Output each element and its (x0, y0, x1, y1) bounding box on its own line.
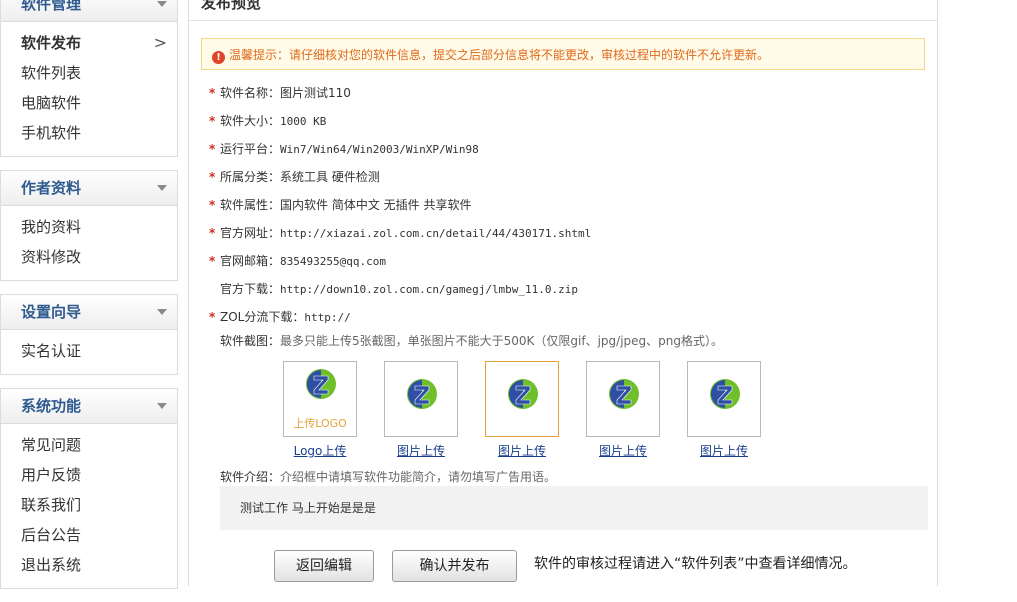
sidebar-item-announcements[interactable]: 后台公告 (1, 520, 177, 550)
image-upload-link[interactable]: 图片上传 (482, 442, 562, 459)
field-value: 国内软件 简体中文 无插件 共享软件 (280, 198, 472, 212)
required-mark: * (209, 114, 216, 128)
field-label: 官方下载： (220, 282, 281, 296)
field-label: 软件介绍： (220, 470, 281, 484)
field-value: Win7/Win64/Win2003/WinXP/Win98 (280, 143, 479, 156)
sidebar-item-real-name-auth[interactable]: 实名认证 (1, 336, 177, 366)
field-label: ZOL分流下载： (220, 310, 305, 324)
field-row-size: * 软件大小：1000 KB (209, 112, 326, 129)
required-mark: * (209, 310, 216, 324)
collapse-arrow-icon[interactable] (157, 1, 167, 7)
panel-header-system-functions[interactable]: 系统功能 (1, 389, 177, 424)
panel-header-software-management[interactable]: 软件管理 (1, 0, 177, 22)
panel-title: 软件管理 (21, 0, 82, 13)
upload-logo-text: 上传LOGO (293, 417, 347, 430)
zol-logo-icon (306, 369, 336, 399)
zol-logo-icon (609, 379, 639, 409)
field-value: http://xiazai.zol.com.cn/detail/44/43017… (280, 227, 592, 240)
required-mark: * (209, 170, 216, 184)
panel-system-functions: 系统功能 常见问题 用户反馈 联系我们 后台公告 退出系统 (0, 388, 178, 589)
panel-software-management: 软件管理 软件发布 > 软件列表 电脑软件 手机软件 (0, 0, 178, 157)
field-label: 软件属性： (220, 198, 281, 212)
image-upload-link[interactable]: 图片上传 (583, 442, 663, 459)
screenshot-thumb[interactable] (384, 361, 458, 437)
panel-setup-wizard: 设置向导 实名认证 (0, 294, 178, 375)
field-label: 软件名称： (220, 86, 281, 100)
panel-title: 设置向导 (21, 303, 82, 321)
field-row-zol-mirror: * ZOL分流下载：http:// (209, 308, 351, 325)
field-value: http:// (304, 311, 351, 324)
required-mark: * (209, 142, 216, 156)
sidebar-item-feedback[interactable]: 用户反馈 (1, 460, 177, 490)
sidebar-item-mobile-software[interactable]: 手机软件 (1, 118, 177, 148)
field-label: 官方网址： (220, 226, 281, 240)
panel-title: 系统功能 (21, 397, 82, 415)
field-row-name: * 软件名称：图片测试110 (209, 84, 351, 101)
required-mark: * (209, 226, 216, 240)
sidebar: 软件管理 软件发布 > 软件列表 电脑软件 手机软件 作者资料 我的资料 资料修… (0, 0, 178, 602)
field-hint: 介绍框中请填写软件功能简介，请勿填写广告用语。 (280, 470, 557, 484)
field-label: 官网邮箱： (220, 254, 281, 268)
collapse-arrow-icon[interactable] (157, 309, 167, 315)
field-value: 1000 KB (280, 115, 327, 128)
back-to-edit-button[interactable]: 返回编辑 (274, 550, 374, 582)
field-label: 软件大小： (220, 114, 281, 128)
chevron-right-icon: > (153, 33, 167, 52)
required-mark: * (209, 86, 216, 100)
field-row-download: 官方下载：http://down10.zol.com.cn/gamegj/lmb… (209, 280, 578, 297)
zol-logo-icon (710, 379, 740, 409)
panel-header-author-info[interactable]: 作者资料 (1, 171, 177, 206)
collapse-arrow-icon[interactable] (157, 403, 167, 409)
page-title: 发布预览 (189, 0, 937, 21)
sidebar-item-software-list[interactable]: 软件列表 (1, 58, 177, 88)
sidebar-item-software-publish[interactable]: 软件发布 > (1, 28, 177, 58)
review-note: 软件的审核过程请进入“软件列表”中查看详细情况。 (534, 556, 857, 572)
panel-title: 作者资料 (21, 179, 82, 197)
field-value: 系统工具 硬件检测 (280, 170, 380, 184)
field-row-screenshots: 软件截图：最多只能上传5张截图，单张图片不能大于500K（仅限gif、jpg/j… (209, 332, 723, 349)
main-panel: 发布预览 ! 温馨提示：请仔细核对您的软件信息，提交之后部分信息将不能更改，审核过… (188, 0, 938, 586)
screenshot-thumb-selected[interactable] (485, 361, 559, 437)
image-upload-link[interactable]: 图片上传 (381, 442, 461, 459)
required-mark: * (209, 198, 216, 212)
field-value: 图片测试110 (280, 86, 351, 100)
sidebar-item-contact-us[interactable]: 联系我们 (1, 490, 177, 520)
image-upload-link[interactable]: 图片上传 (684, 442, 764, 459)
field-label: 软件截图： (220, 334, 281, 348)
field-hint: 最多只能上传5张截图，单张图片不能大于500K（仅限gif、jpg/jpeg、p… (280, 334, 724, 348)
field-row-platform: * 运行平台：Win7/Win64/Win2003/WinXP/Win98 (209, 140, 479, 157)
sidebar-item-pc-software[interactable]: 电脑软件 (1, 88, 177, 118)
field-label: 运行平台： (220, 142, 281, 156)
sidebar-item-edit-profile[interactable]: 资料修改 (1, 242, 177, 272)
tip-text: 温馨提示：请仔细核对您的软件信息，提交之后部分信息将不能更改，审核过程中的软件不… (229, 48, 770, 62)
sidebar-item-logout[interactable]: 退出系统 (1, 550, 177, 580)
sidebar-item-faq[interactable]: 常见问题 (1, 430, 177, 460)
field-value: http://down10.zol.com.cn/gamegj/lmbw_11.… (280, 283, 579, 296)
sidebar-item-my-profile[interactable]: 我的资料 (1, 212, 177, 242)
field-row-intro: 软件介绍：介绍框中请填写软件功能简介，请勿填写广告用语。 (209, 468, 556, 485)
screenshot-thumb[interactable] (586, 361, 660, 437)
zol-logo-icon (508, 379, 538, 409)
zol-logo-icon (407, 379, 437, 409)
screenshot-thumb-logo[interactable]: 上传LOGO (283, 361, 357, 437)
collapse-arrow-icon[interactable] (157, 185, 167, 191)
logo-upload-link[interactable]: Logo上传 (280, 442, 360, 459)
field-row-category: * 所属分类：系统工具 硬件检测 (209, 168, 380, 185)
required-mark: * (209, 254, 216, 268)
exclamation-icon: ! (212, 51, 225, 64)
warning-tip: ! 温馨提示：请仔细核对您的软件信息，提交之后部分信息将不能更改，审核过程中的软件… (201, 38, 925, 70)
confirm-publish-button[interactable]: 确认并发布 (392, 550, 517, 582)
field-row-website: * 官方网址：http://xiazai.zol.com.cn/detail/44… (209, 224, 591, 241)
field-value: 835493255@qq.com (280, 255, 386, 268)
screenshot-thumb[interactable] (687, 361, 761, 437)
field-label: 所属分类： (220, 170, 281, 184)
sidebar-item-label: 软件发布 (21, 34, 82, 52)
panel-header-setup-wizard[interactable]: 设置向导 (1, 295, 177, 330)
field-row-attributes: * 软件属性：国内软件 简体中文 无插件 共享软件 (209, 196, 471, 213)
field-row-email: * 官网邮箱：835493255@qq.com (209, 252, 386, 269)
intro-text-box: 测试工作 马上开始是是是 (220, 486, 928, 530)
panel-author-info: 作者资料 我的资料 资料修改 (0, 170, 178, 281)
